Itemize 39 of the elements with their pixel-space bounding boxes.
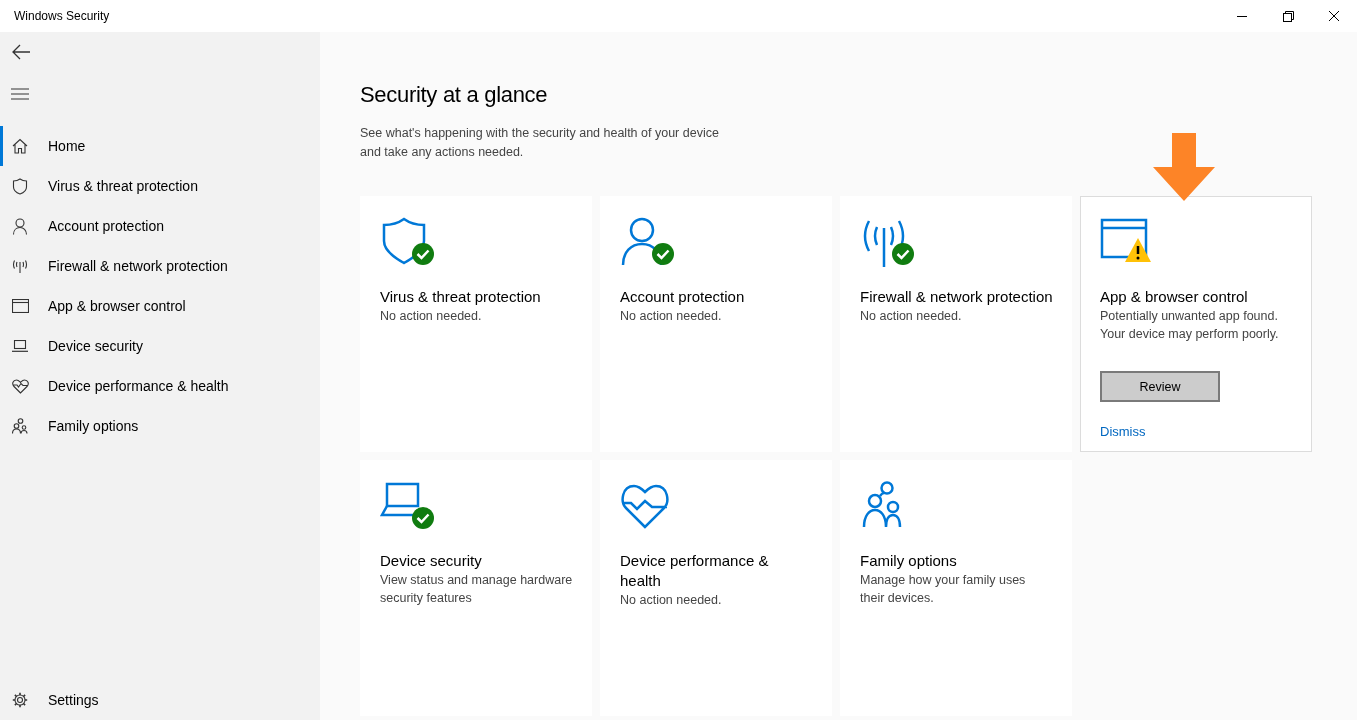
family-icon [12, 418, 29, 434]
card-title: Virus & threat protection [380, 287, 541, 307]
card-title: Device security [380, 551, 482, 571]
antenna-icon [12, 258, 28, 274]
card-description: Potentially unwanted app found. Your device may perform poorly. [1100, 308, 1280, 343]
page-title: Security at a glance [360, 82, 549, 108]
sidebar-item[interactable]: Family options [0, 406, 320, 446]
settings-icon [12, 692, 28, 708]
card-description: No action needed. [860, 308, 962, 325]
card-title: App & browser control [1100, 287, 1248, 307]
shield-icon [12, 177, 28, 195]
sidebar-item[interactable]: Device performance & health [0, 366, 320, 406]
sidebar-item[interactable]: Virus & threat protection [0, 166, 320, 206]
page-description: See what's happening with the security and health of your device and take any actions needed. [360, 125, 720, 161]
laptop-icon [12, 340, 28, 352]
sidebar-item[interactable]: App & browser control [0, 286, 320, 326]
card-description: View status and manage hardware security features [380, 572, 573, 607]
card-title: Account protection [620, 287, 745, 307]
person-icon [12, 217, 28, 235]
window-title: Windows Security [14, 9, 110, 23]
card-title: Family options [860, 551, 957, 571]
sidebar-item[interactable]: Firewall & network protection [0, 246, 320, 286]
home-icon [12, 138, 28, 154]
settings-item[interactable]: Settings [0, 680, 320, 720]
card-description: No action needed. [620, 308, 722, 325]
card-description: Manage how your family uses their devices. [860, 572, 1027, 607]
card-description: No action needed. [380, 308, 482, 325]
window-icon [12, 299, 29, 313]
card-description: No action needed. [620, 592, 722, 609]
dismiss-link[interactable]: Dismiss [1100, 424, 1146, 439]
card-title: Firewall & network protection [860, 287, 1053, 307]
back-arrow-icon[interactable] [11, 44, 31, 60]
pointer-arrow-icon [1153, 133, 1215, 201]
card-title: Device performance & health [620, 551, 770, 591]
review-button[interactable]: Review [1100, 371, 1220, 402]
sidebar-item[interactable]: Account protection [0, 206, 320, 246]
sidebar-item[interactable]: Device security [0, 326, 320, 366]
menu-icon[interactable] [11, 88, 29, 100]
heart-icon [12, 378, 29, 394]
